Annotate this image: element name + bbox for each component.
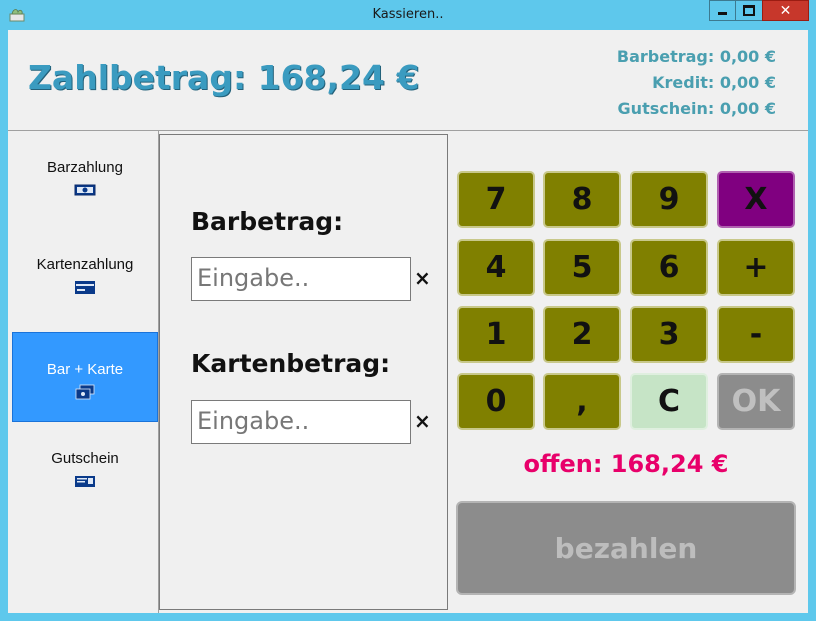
sidebar-item-barzahlung[interactable]: Barzahlung [12,131,158,221]
sidebar-item-label: Gutschein [51,450,119,467]
key-3[interactable]: 3 [630,306,708,363]
key-minus[interactable]: - [717,306,795,363]
window-title: Kassieren.. [372,7,444,22]
cash-icon [74,184,96,196]
key-ok[interactable]: OK [717,373,795,430]
voucher-icon [75,476,95,487]
barbetrag-label: Barbetrag: [191,207,344,236]
kartenbetrag-label: Kartenbetrag: [191,349,391,378]
close-icon: ✕ [779,2,792,19]
summary-barbetrag: Barbetrag: 0,00 € [616,47,776,66]
key-0[interactable]: 0 [457,373,535,430]
sidebar-item-label: Kartenzahlung [36,256,134,273]
amount-entry-panel: Barbetrag: Eingabe.. × Kartenbetrag: Ein… [159,134,448,610]
payment-summary: Barbetrag: 0,00 € Kredit: 0,00 € Gutsche… [8,44,776,122]
minimize-button[interactable] [709,0,736,21]
key-4[interactable]: 4 [457,239,535,296]
maximize-button[interactable] [735,0,763,21]
sidebar-item-gutschein[interactable]: Gutschein [12,422,158,512]
sidebar-item-label: Barzahlung [47,159,123,176]
payment-method-sidebar: Barzahlung Kartenzahlung Bar + Karte Gut… [8,131,159,613]
cash-register-window: Kassieren.. ✕ Zahlbetrag: 168,24 € Barbe… [0,0,816,621]
sidebar-item-bar-karte[interactable]: Bar + Karte [12,332,158,422]
close-button[interactable]: ✕ [762,0,809,21]
key-plus[interactable]: + [717,239,795,296]
summary-gutschein: Gutschein: 0,00 € [617,99,776,118]
key-6[interactable]: 6 [630,239,708,296]
pay-button[interactable]: bezahlen [456,501,796,595]
key-9[interactable]: 9 [630,171,708,228]
summary-kredit: Kredit: 0,00 € [652,73,776,92]
barbetrag-input[interactable]: Eingabe.. [191,257,411,301]
sidebar-item-kartenzahlung[interactable]: Kartenzahlung [12,228,158,318]
title-bar[interactable]: Kassieren.. ✕ [0,0,816,30]
cash-card-icon [75,384,95,400]
key-clear-c[interactable]: C [630,373,708,430]
client-area: Zahlbetrag: 168,24 € Barbetrag: 0,00 € K… [8,30,808,613]
key-8[interactable]: 8 [543,171,621,228]
kartenbetrag-clear-icon[interactable]: × [414,409,431,433]
key-comma[interactable]: , [543,373,621,430]
key-7[interactable]: 7 [457,171,535,228]
key-cancel-x[interactable]: X [717,171,795,228]
card-icon [75,281,95,294]
barbetrag-clear-icon[interactable]: × [414,266,431,290]
key-1[interactable]: 1 [457,306,535,363]
kartenbetrag-input[interactable]: Eingabe.. [191,400,411,444]
sidebar-item-label: Bar + Karte [46,361,124,378]
open-amount: offen: 168,24 € [523,450,729,478]
key-2[interactable]: 2 [543,306,621,363]
maximize-icon [743,5,755,16]
key-5[interactable]: 5 [543,239,621,296]
minimize-icon [718,12,727,15]
amount-header: Zahlbetrag: 168,24 € Barbetrag: 0,00 € K… [8,30,808,131]
